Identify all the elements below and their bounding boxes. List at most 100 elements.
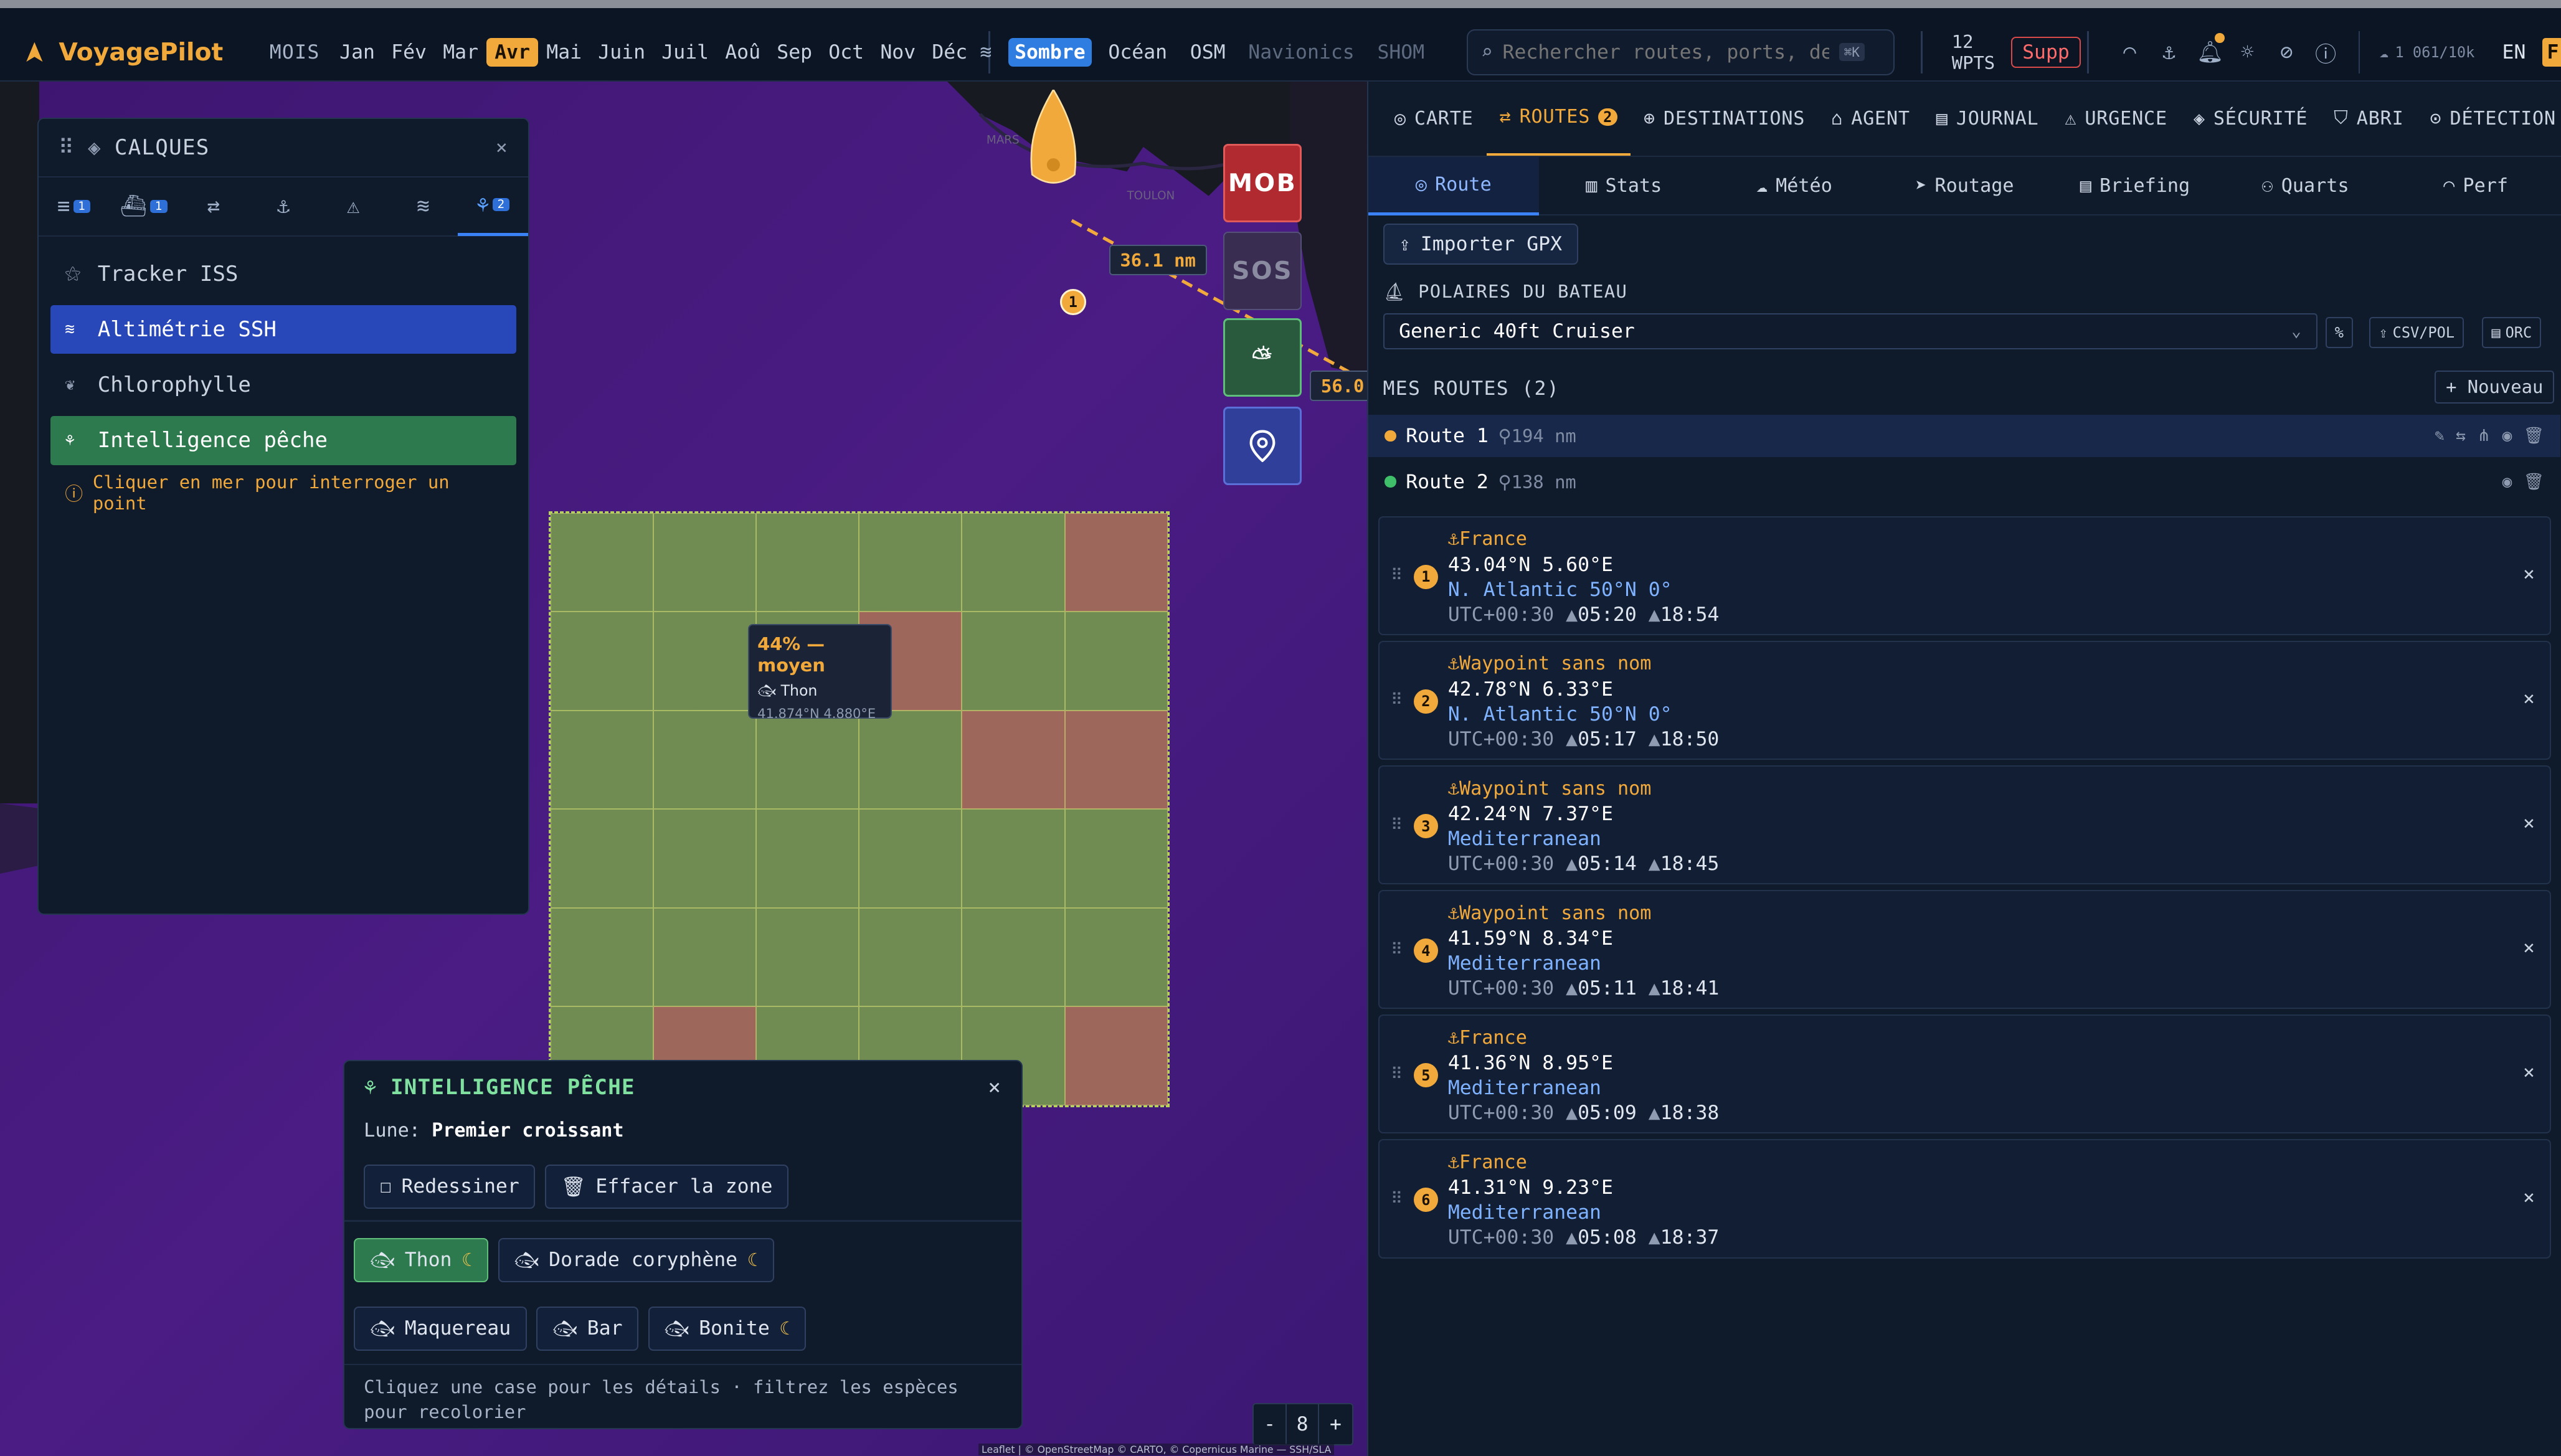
heatmap-cell[interactable] xyxy=(859,710,962,810)
drag-handle-icon[interactable]: ⠿ xyxy=(1391,940,1403,959)
location-button[interactable] xyxy=(1223,406,1302,485)
search-input[interactable] xyxy=(1502,40,1830,64)
month-9[interactable]: Oct xyxy=(820,38,872,67)
eye-icon[interactable]: ◉ xyxy=(2502,473,2512,491)
tab-destinations[interactable]: ⊕ DESTINATIONS xyxy=(1631,82,1818,156)
swap-icon[interactable]: ⇆ xyxy=(2456,427,2466,445)
heatmap-cell[interactable] xyxy=(1064,1006,1168,1105)
subtab-6[interactable]: ◠ Perf xyxy=(2390,157,2561,215)
search-box[interactable]: ⌕ ⌘K xyxy=(1466,29,1895,75)
species-filter-button[interactable]: 🐟︎ Maquereau xyxy=(354,1307,527,1351)
heatmap-cell[interactable] xyxy=(1064,907,1168,1007)
app-logo[interactable]: VoyagePilot xyxy=(23,16,223,88)
heatmap-cell[interactable] xyxy=(653,809,757,908)
drag-handle-icon[interactable]: ⠿ xyxy=(1391,691,1403,709)
heatmap-cell[interactable] xyxy=(653,907,757,1007)
drag-handle-icon[interactable]: ⠿ xyxy=(1391,1189,1403,1208)
fishing-heatmap-grid[interactable] xyxy=(549,511,1170,1107)
trash-icon[interactable]: 🗑︎ xyxy=(2524,473,2544,491)
heatmap-cell[interactable] xyxy=(1064,710,1168,810)
month-2[interactable]: Mar xyxy=(435,38,486,67)
tab-urgence[interactable]: ⚠ URGENCE xyxy=(2052,82,2180,156)
weather-button[interactable]: ⛅︎ xyxy=(1223,318,1302,397)
theme-2[interactable]: OSM xyxy=(1183,38,1232,67)
month-4[interactable]: Mai xyxy=(538,38,590,67)
layer-item[interactable]: ⚝ Tracker ISS xyxy=(50,250,517,299)
month-0[interactable]: Jan xyxy=(331,38,383,67)
heatmap-cell[interactable] xyxy=(859,513,962,612)
polar-select[interactable]: Generic 40ft Cruiser ⌄ xyxy=(1383,313,2317,350)
heatmap-cell[interactable] xyxy=(551,907,654,1007)
language-switch[interactable]: EN F xyxy=(2502,16,2561,88)
edit-icon[interactable]: ✎ xyxy=(2435,427,2445,445)
help-icon[interactable]: ⓘ xyxy=(2314,37,2337,68)
layer-tab-anchor[interactable]: ⚓ xyxy=(249,177,318,235)
eye-icon[interactable]: ◉ xyxy=(2502,427,2512,445)
subtab-1[interactable]: ▥ Stats xyxy=(1539,157,1710,215)
mob-button[interactable]: MOB xyxy=(1223,143,1302,222)
layer-tab-ship[interactable]: ⛴︎ 1 xyxy=(109,177,179,235)
species-filter-button[interactable]: 🐟︎ Bonite ☾ xyxy=(648,1307,807,1351)
theme-1[interactable]: Océan xyxy=(1102,38,1174,67)
subtab-5[interactable]: ⚇ Quarts xyxy=(2220,157,2391,215)
sun-icon[interactable]: ☼ xyxy=(2236,40,2259,65)
layer-tab-satellite[interactable]: ⚘ 2 xyxy=(458,177,528,236)
heatmap-cell[interactable] xyxy=(962,513,1065,612)
delete-waypoints-button[interactable]: Supp xyxy=(2011,36,2081,69)
import-gpx-button[interactable]: ⇪ Importer GPX xyxy=(1383,224,1578,265)
month-3[interactable]: Avr xyxy=(486,37,539,67)
heatmap-cell[interactable] xyxy=(962,710,1065,810)
theme-4[interactable]: SHOM xyxy=(1371,38,1431,67)
heatmap-cell[interactable] xyxy=(551,809,654,908)
heatmap-cell[interactable] xyxy=(1064,513,1168,612)
share-icon[interactable]: ⋔ xyxy=(2477,427,2491,445)
remove-waypoint-button[interactable]: × xyxy=(2523,1186,2535,1209)
theme-0[interactable]: Sombre xyxy=(1008,37,1092,67)
heatmap-cell[interactable] xyxy=(1064,612,1168,711)
tab-agent[interactable]: ⌂ AGENT xyxy=(1818,82,1923,156)
layer-item[interactable]: ⚘ Intelligence pêche xyxy=(50,416,517,465)
heatmap-cell[interactable] xyxy=(962,809,1065,908)
layer-item[interactable]: ❦ Chlorophylle xyxy=(50,361,517,410)
species-filter-button[interactable]: 🐟︎ Dorade coryphène ☾ xyxy=(498,1237,774,1282)
layer-tab-warning[interactable]: ⚠ xyxy=(318,177,388,235)
subtab-3[interactable]: ➤ Routage xyxy=(1880,157,2050,215)
waypoint-marker-1[interactable]: 1 xyxy=(1059,289,1086,316)
subtab-4[interactable]: ▤ Briefing xyxy=(2050,157,2220,215)
zoom-in-button[interactable]: + xyxy=(1319,1404,1352,1444)
trash-icon[interactable]: 🗑︎ xyxy=(2524,427,2544,445)
remove-waypoint-button[interactable]: × xyxy=(2523,812,2535,834)
new-route-button[interactable]: + Nouveau xyxy=(2435,371,2555,404)
heatmap-cell[interactable] xyxy=(756,710,859,810)
month-6[interactable]: Juil xyxy=(653,38,717,67)
remove-waypoint-button[interactable]: × xyxy=(2523,1061,2535,1084)
heatmap-cell[interactable] xyxy=(962,907,1065,1007)
theme-3[interactable]: Navionics xyxy=(1242,38,1361,67)
heatmap-cell[interactable] xyxy=(859,809,962,908)
layer-tab-route[interactable]: ⇄ xyxy=(179,177,249,235)
month-10[interactable]: Nov xyxy=(872,38,924,67)
layer-tab-waves[interactable]: ≋ xyxy=(388,177,458,235)
drag-handle-icon[interactable]: ⠿ xyxy=(1391,566,1403,585)
waypoint-card[interactable]: ⠿ 5 ⚓︎France 41.36°N 8.95°E Mediterranean UTC… xyxy=(1378,1014,2551,1134)
map-view[interactable]: MARS TOULON 44% — moyen 🐟︎ Thon 41.874°N… xyxy=(0,82,1367,1456)
tab-carte[interactable]: ◎ CARTE xyxy=(1381,82,1487,156)
close-icon[interactable]: × xyxy=(988,1075,1001,1100)
sos-button[interactable]: SOS xyxy=(1223,232,1302,311)
heatmap-cell[interactable] xyxy=(756,907,859,1007)
route-row[interactable]: Route 1 ⚲194 nm ✎ ⇆ ⋔ ◉ 🗑︎ xyxy=(1368,415,2561,458)
layer-tab-wind[interactable]: ≡ 1 xyxy=(39,177,108,235)
month-7[interactable]: Aoû xyxy=(717,38,769,67)
waypoint-card[interactable]: ⠿ 1 ⚓︎France 43.04°N 5.60°E N. Atlantic 50°N… xyxy=(1378,516,2551,636)
tab-détection[interactable]: ⊙ DÉTECTION xyxy=(2417,82,2561,156)
drag-handle-icon[interactable]: ⠿ xyxy=(59,135,75,160)
tab-abri[interactable]: ⛉ ABRI xyxy=(2321,82,2417,156)
month-1[interactable]: Fév xyxy=(383,38,435,67)
remove-waypoint-button[interactable]: × xyxy=(2523,688,2535,710)
heatmap-cell[interactable] xyxy=(756,513,859,612)
heatmap-cell[interactable] xyxy=(653,710,757,810)
heatmap-cell[interactable] xyxy=(859,907,962,1007)
waypoint-card[interactable]: ⠿ 3 ⚓︎Waypoint sans nom 42.24°N 7.37°E Medit… xyxy=(1378,765,2551,885)
heatmap-cell[interactable] xyxy=(551,612,654,711)
polar-percent-button[interactable]: % xyxy=(2325,316,2354,348)
